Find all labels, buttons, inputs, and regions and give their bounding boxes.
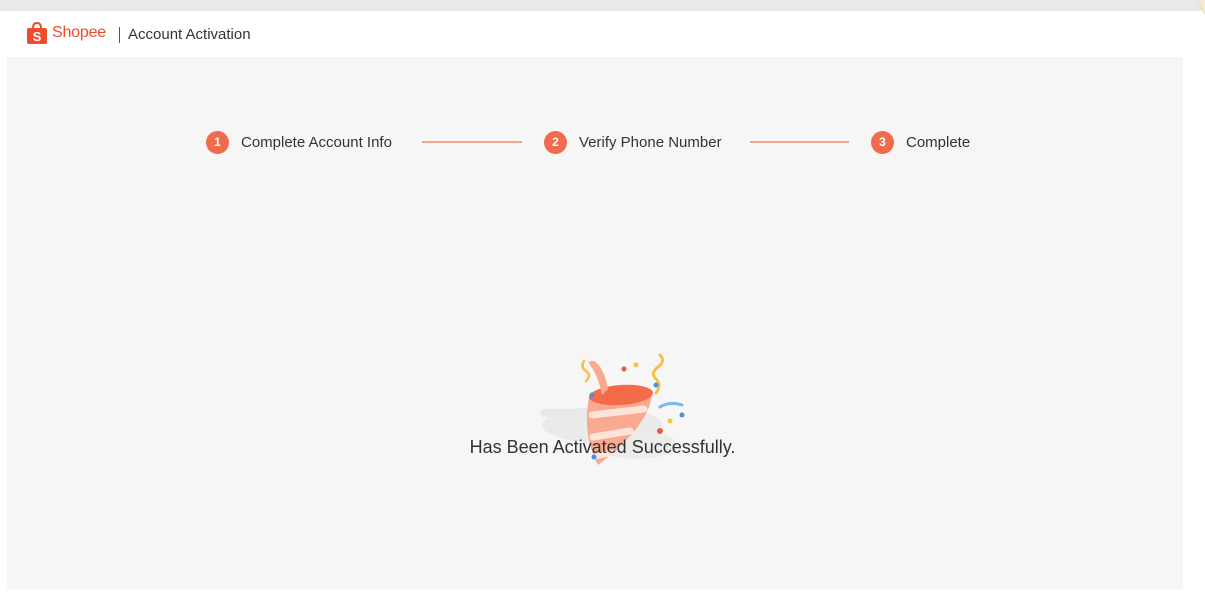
step-connector (422, 141, 522, 143)
step-connector (750, 141, 849, 143)
shopee-bag-icon: S (27, 21, 47, 44)
bottom-gutter (0, 589, 1205, 597)
top-strip (0, 0, 1205, 11)
main-content: 1 Complete Account Info 2 Verify Phone N… (7, 59, 1183, 589)
header-divider (119, 27, 120, 43)
step-number-badge: 2 (544, 130, 567, 154)
shopee-logo[interactable]: S Shopee (26, 20, 106, 46)
step-verify-phone-number: 2 Verify Phone Number (544, 130, 722, 154)
step-number-badge: 3 (871, 130, 894, 154)
header-bar: S Shopee Account Activation (7, 11, 1198, 59)
step-label: Verify Phone Number (579, 133, 722, 151)
step-complete: 3 Complete (871, 130, 970, 154)
activation-stepper: 1 Complete Account Info 2 Verify Phone N… (7, 130, 1183, 156)
activation-success-message: Has Been Activated Successfully. (469, 437, 736, 457)
page-title: Account Activation (128, 26, 251, 43)
step-complete-account-info: 1 Complete Account Info (206, 130, 392, 154)
step-label: Complete (906, 133, 971, 151)
brand-name: Shopee (52, 24, 106, 41)
step-label: Complete Account Info (241, 133, 392, 151)
svg-text:S: S (33, 29, 42, 44)
step-number-badge: 1 (206, 130, 229, 154)
right-gutter (1183, 58, 1205, 597)
